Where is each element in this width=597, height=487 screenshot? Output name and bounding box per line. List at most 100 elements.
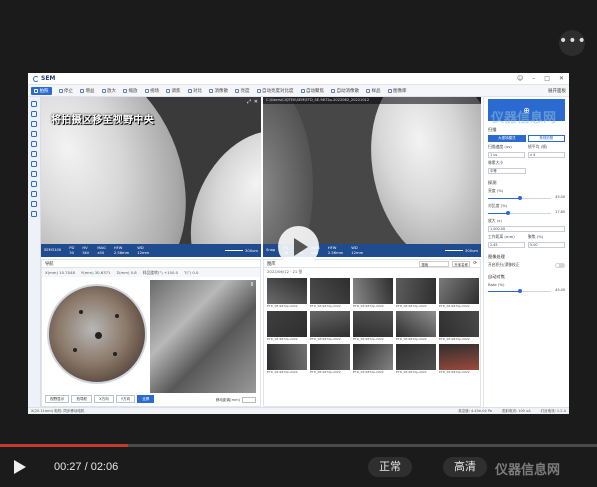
gallery-thumbnail[interactable] <box>353 344 393 370</box>
gallery-item[interactable]: ETD_SE-9872p-2022 <box>439 344 479 375</box>
toolbar-item[interactable]: 自动亮度对比度 <box>256 88 294 94</box>
rect-tool-icon[interactable] <box>31 131 37 137</box>
gallery-item[interactable]: ETD_SE-9872p-2022 <box>267 344 307 375</box>
gallery-item[interactable]: ETD_SE-9872p-2022 <box>353 311 393 342</box>
contrast-knob[interactable] <box>506 211 510 215</box>
scan-speed-select[interactable]: 1 us <box>488 152 525 158</box>
layer-tool-icon[interactable] <box>31 171 37 177</box>
navigation-button[interactable]: Y方向 <box>115 395 136 403</box>
move-distance-input[interactable] <box>242 397 256 403</box>
gallery-thumbnail[interactable] <box>310 278 350 304</box>
gallery-thumbnail[interactable] <box>267 344 307 370</box>
gallery-item[interactable]: ETD_SE-9872p-2022 <box>310 311 350 342</box>
toolbar-expand-button[interactable]: 展开面板 <box>548 88 566 94</box>
cursor-tool-icon[interactable] <box>31 101 37 107</box>
toolbar-item[interactable]: 亮度 <box>235 88 250 94</box>
gallery-item[interactable]: ETD_SE-9872p-2022 <box>396 344 436 375</box>
navigation-button[interactable]: 全屏 <box>137 395 155 403</box>
navigation-button[interactable]: X方向 <box>94 395 114 403</box>
gallery-sort-select[interactable]: 升序名称 <box>452 260 471 267</box>
toolbar-item[interactable]: 图像库 <box>387 88 407 94</box>
gallery-item[interactable]: ETD_SE-9872p-2022 <box>267 278 307 309</box>
toolbar-item[interactable]: 缩放 <box>123 88 138 94</box>
live-image-pane[interactable]: 将拍摄区移至视野中央 ⤢ ✕ SEM3100 PD 30 HV 5kV MAG x50 HFW… <box>41 97 261 257</box>
pixel-size-select[interactable]: 中等 <box>488 168 526 174</box>
circle-tool-icon[interactable] <box>31 151 37 157</box>
gallery-thumbnail[interactable] <box>267 311 307 337</box>
gallery-thumbnail[interactable] <box>439 311 479 337</box>
text-tool-icon[interactable] <box>31 161 37 167</box>
focus-input[interactable]: 5.00 <box>528 242 565 248</box>
gallery-thumbnail[interactable] <box>439 344 479 370</box>
info-tool-icon[interactable] <box>31 211 37 217</box>
video-play-button[interactable] <box>278 226 319 267</box>
speed-normal-button[interactable]: 正常 <box>368 457 412 477</box>
gallery-thumbnail[interactable] <box>396 311 436 337</box>
gallery-thumbnail[interactable] <box>353 311 393 337</box>
tab-normal-photo[interactable]: 常规拍照 <box>527 135 565 142</box>
info-value: 30 <box>69 250 74 255</box>
gallery-item[interactable]: ETD_SE-9872p-2022 <box>396 311 436 342</box>
maximize-icon[interactable]: □ <box>544 75 550 82</box>
gallery-item[interactable]: ETD_SE-9872p-2022 <box>439 311 479 342</box>
pen-tool-icon[interactable] <box>31 121 37 127</box>
gallery-thumbnail[interactable] <box>353 278 393 304</box>
gallery-search-input[interactable]: 搜索 <box>419 260 450 267</box>
autofocus-slider[interactable]: 45.00 <box>488 288 565 294</box>
play-icon[interactable] <box>14 460 26 474</box>
gallery-thumbnail[interactable] <box>267 278 307 304</box>
toolbar-item[interactable]: 拍照 <box>31 86 52 95</box>
minimize-icon[interactable]: – <box>532 75 535 82</box>
brightness-knob[interactable] <box>518 196 522 200</box>
toolbar-item[interactable]: 自动消像散 <box>331 88 359 94</box>
gallery-thumbnail[interactable] <box>310 311 350 337</box>
chamber-camera-view[interactable]: Ⅱ <box>150 280 256 393</box>
wd-input[interactable]: 2.45 <box>488 242 525 248</box>
gallery-item[interactable]: ETD_SE-9872p-2022 <box>353 278 393 309</box>
mag-input[interactable]: 1,000.00 <box>488 226 565 232</box>
gallery-thumbnail[interactable] <box>396 344 436 370</box>
pause-icon[interactable]: Ⅱ <box>251 282 253 288</box>
settings-tool-icon[interactable] <box>31 191 37 197</box>
gallery-item[interactable]: ETD_SE-9872p-2022 <box>396 278 436 309</box>
close-pane-icon[interactable]: ✕ <box>254 99 258 105</box>
measure-tool-icon[interactable] <box>31 111 37 117</box>
delete-tool-icon[interactable] <box>31 181 37 187</box>
refresh-icon[interactable]: ⟳ <box>473 261 477 266</box>
toolbar-item[interactable]: 消像散 <box>209 88 228 94</box>
contrast-slider[interactable]: 27.80 <box>488 210 565 216</box>
gallery-item[interactable]: ETD_SE-9872p-2022 <box>310 344 350 375</box>
brightness-slider[interactable]: 45.00 <box>488 195 565 201</box>
drift-toggle[interactable] <box>555 262 565 268</box>
navigation-button[interactable]: 拍导航 <box>71 395 93 403</box>
gallery-item[interactable]: ETD_SE-9872p-2022 <box>267 311 307 342</box>
gallery-item[interactable]: ETD_SE-9872p-2022 <box>439 278 479 309</box>
frame-avg-select[interactable]: x 4 <box>528 152 565 158</box>
export-tool-icon[interactable] <box>31 201 37 207</box>
tab-large-field[interactable]: 大视场模式 <box>488 135 526 142</box>
toolbar-item[interactable]: 自动聚焦 <box>300 88 324 94</box>
gallery-thumbnail[interactable] <box>310 344 350 370</box>
close-icon[interactable]: ✕ <box>559 75 564 82</box>
toolbar-item[interactable]: 调焦 <box>166 88 181 94</box>
autofocus-knob[interactable] <box>518 289 522 293</box>
autofocus-fill <box>488 291 520 292</box>
toolbar-item[interactable]: 样品 <box>366 88 381 94</box>
toolbar-item[interactable]: 视场 <box>144 88 159 94</box>
gallery-item[interactable]: ETD_SE-9872p-2022 <box>353 344 393 375</box>
angle-tool-icon[interactable] <box>31 141 37 147</box>
navigation-button[interactable]: 视野显示 <box>45 395 70 403</box>
stage-camera-view[interactable] <box>47 284 147 384</box>
toolbar-item[interactable]: 停止 <box>58 88 73 94</box>
gallery-thumbnail[interactable] <box>439 278 479 304</box>
quality-hd-button[interactable]: 高清 <box>443 457 487 477</box>
gallery-thumbnail[interactable] <box>396 278 436 304</box>
toolbar-item[interactable]: 对比 <box>187 88 202 94</box>
help-icon[interactable]: ☺ <box>517 75 523 82</box>
toolbar-item[interactable]: 放大 <box>101 88 116 94</box>
toolbar-item-icon <box>209 88 213 93</box>
expand-icon[interactable]: ⤢ <box>247 99 251 105</box>
toolbar-item[interactable]: 增益 <box>80 88 95 94</box>
gallery-item[interactable]: ETD_SE-9872p-2022 <box>310 278 350 309</box>
more-options-button[interactable]: ••• <box>559 30 586 56</box>
